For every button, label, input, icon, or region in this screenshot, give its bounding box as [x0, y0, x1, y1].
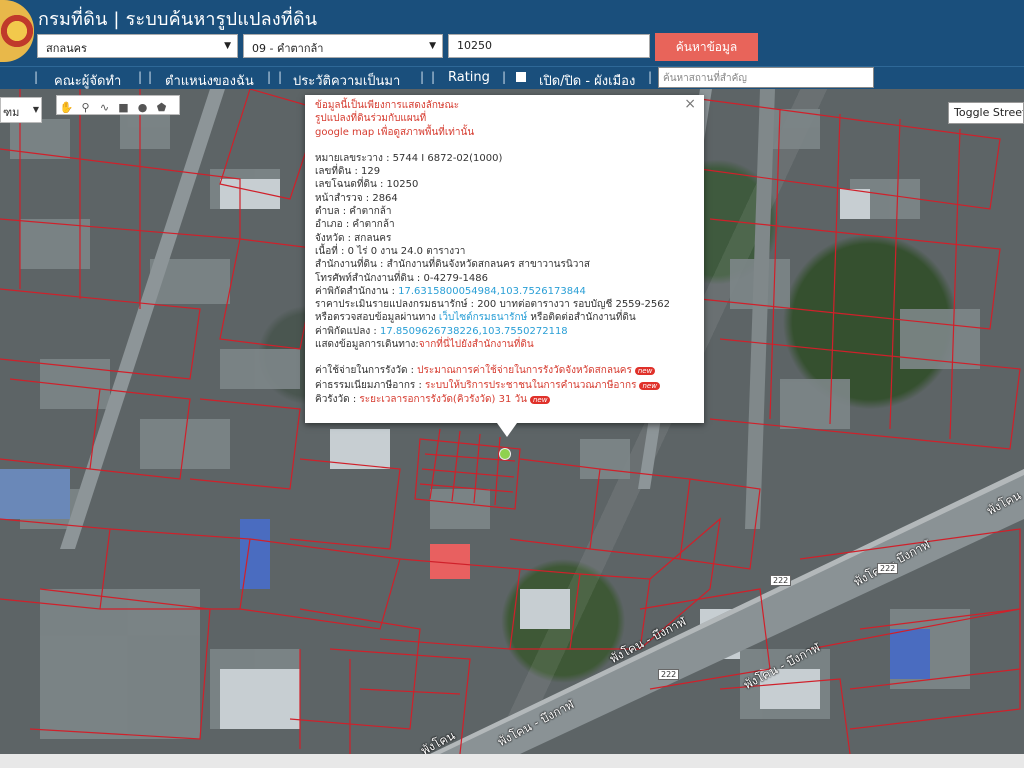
map-type-select[interactable]: ฑม ▼ — [0, 97, 42, 123]
chevron-down-icon: ▼ — [32, 105, 39, 114]
chevron-down-icon: ▼ — [429, 41, 436, 51]
subdistrict: ตำบล : คำตากล้า — [315, 206, 392, 218]
close-icon[interactable]: × — [684, 97, 696, 111]
parcel-marker-icon[interactable] — [499, 448, 511, 460]
divider: | — [267, 70, 272, 84]
province-select[interactable]: สกลนคร ▼ — [37, 34, 238, 58]
route-label: แสดงข้อมูลการเดินทาง: — [315, 339, 419, 351]
route-shield: 222 — [770, 575, 792, 586]
tax-fee-label: ค่าธรรมเนียมภาษีอากร : — [315, 379, 426, 391]
polyline-icon[interactable]: ∿ — [95, 99, 114, 117]
parcel-info-popup: × ข้อมูลนี้เป็นเพียงการแสดงลักษณะ รูปแปล… — [305, 95, 704, 437]
divider: | — [420, 70, 425, 84]
district-value: 09 - คำตากล้า — [252, 42, 324, 55]
area: เนื้อที่ : 0 ไร่ 0 งาน 24.0 ตารางวา — [315, 245, 466, 257]
appraisal-price: ราคาประเมินรายแปลงกรมธนารักษ์ : 200 บาทต… — [315, 299, 670, 311]
route-shield: 222 — [658, 669, 680, 680]
search-button[interactable]: ค้นหาข้อมูล — [655, 33, 758, 61]
drawing-toolbar: ✋ ⚲ ∿ ■ ● ⬟ — [56, 95, 180, 115]
place-search-input[interactable]: ค้นหาสถานที่สำคัญ — [658, 67, 874, 88]
survey-fee-row: ค่าใช้จ่ายในการรังวัด : ประมาณการค่าใช้จ… — [315, 364, 694, 378]
office-phone: โทรศัพท์สำนักงานที่ดิน : 0-4279-1486 — [315, 272, 488, 284]
treasury-check-suffix: หรือติดต่อสำนักงานที่ดิน — [527, 312, 636, 324]
divider: | — [648, 70, 653, 84]
city-plan-checkbox[interactable] — [516, 72, 526, 82]
survey-sheet: หมายเลขระวาง : 5744 I 6872-02(1000) — [315, 152, 503, 164]
divider: | — [34, 70, 39, 84]
divider: | — [278, 70, 283, 84]
route-shield: 222 — [877, 563, 899, 574]
disclaimer-line: ข้อมูลนี้เป็นเพียงการแสดงลักษณะ — [315, 100, 460, 111]
province-value: สกลนคร — [46, 42, 87, 55]
new-badge: new — [639, 381, 660, 390]
parcel-coordinate-label: ค่าพิกัดแปลง : — [315, 325, 380, 337]
parcel-number-input[interactable]: 10250 — [448, 34, 650, 58]
treasury-check-row: หรือตรวจสอบข้อมูลผ่านทาง เว็บไซต์กรมธนาร… — [315, 311, 694, 324]
disclaimer-line: รูปแปลงที่ดินร่วมกับแผนที่ — [315, 113, 427, 125]
survey-fee-label: ค่าใช้จ่ายในการรังวัด : — [315, 365, 418, 377]
survey-page: หน้าสำรวจ : 2864 — [315, 192, 398, 204]
parcel-coordinate-row: ค่าพิกัดแปลง : 17.8509626738226,103.7550… — [315, 325, 694, 338]
land-number: เลขที่ดิน : 129 — [315, 166, 381, 178]
disclaimer-line: google map เพื่อดูสภาพพื้นที่เท่านั้น — [315, 126, 475, 138]
toggle-street-view-button[interactable]: Toggle Street View — [948, 102, 1024, 124]
route-link[interactable]: จากที่นี่ไปยังสำนักงานที่ดิน — [419, 339, 534, 350]
nav-item-credits[interactable]: คณะผู้จัดทำ — [54, 70, 121, 91]
polygon-icon[interactable]: ⬟ — [152, 99, 171, 117]
survey-queue-row: คิวรังวัด : ระยะเวลารอการรังวัด(คิวรังวั… — [315, 393, 694, 407]
office-coordinate-row: ค่าพิกัดสำนักงาน : 17.6315800054984,103.… — [315, 285, 694, 298]
divider: | — [431, 70, 436, 84]
land-department-logo — [0, 0, 34, 62]
hand-icon[interactable]: ✋ — [57, 99, 76, 117]
new-badge: new — [634, 367, 656, 376]
province: จังหวัด : สกลนคร — [315, 232, 392, 244]
page-title: กรมที่ดิน | ระบบค้นหารูปแปลงที่ดิน — [38, 9, 318, 30]
map-type-value: ฑม — [3, 106, 20, 119]
nav-item-history[interactable]: ประวัติความเป็นมา — [293, 70, 400, 91]
nav-item-my-location[interactable]: ตำแหน่งของฉัน — [165, 70, 254, 91]
chevron-down-icon: ▼ — [224, 41, 231, 51]
route-row: แสดงข้อมูลการเดินทาง:จากที่นี่ไปยังสำนัก… — [315, 338, 694, 351]
survey-queue-link[interactable]: ระยะเวลารอการรังวัด(คิวรังวัด) 31 วัน — [359, 394, 527, 405]
treasury-check-prefix: หรือตรวจสอบข้อมูลผ่านทาง — [315, 312, 439, 324]
divider: | — [502, 70, 507, 84]
parcel-number-value: 10250 — [457, 39, 492, 52]
app-header: กรมที่ดิน | ระบบค้นหารูปแปลงที่ดิน สกลนค… — [0, 0, 1024, 66]
nav-item-rating[interactable]: Rating — [448, 70, 490, 85]
survey-fee-link[interactable]: ประมาณการค่าใช้จ่ายในการรังวัดจังหวัดสกล… — [417, 365, 632, 376]
bottom-bar — [0, 754, 1024, 768]
tax-fee-row: ค่าธรรมเนียมภาษีอากร : ระบบให้บริการประช… — [315, 379, 694, 393]
divider: | — [138, 70, 143, 84]
marker-icon[interactable]: ⚲ — [76, 99, 95, 117]
treasury-website-link[interactable]: เว็บไซต์กรมธนารักษ์ — [439, 312, 527, 323]
office-coordinate-link[interactable]: 17.6315800054984,103.7526173844 — [398, 286, 586, 297]
survey-queue-label: คิวรังวัด : — [315, 393, 360, 405]
district: อำเภอ : คำตากล้า — [315, 219, 395, 231]
office-coordinate-label: ค่าพิกัดสำนักงาน : — [315, 285, 399, 297]
rectangle-icon[interactable]: ■ — [114, 99, 133, 117]
tax-calculator-link[interactable]: ระบบให้บริการประชาชนในการคำนวณภาษีอากร — [425, 380, 636, 391]
land-office: สำนักงานที่ดิน : สำนักงานที่ดินจังหวัดสก… — [315, 259, 591, 271]
circle-icon[interactable]: ● — [133, 99, 152, 117]
nav-item-city-plan[interactable]: เปิด/ปิด - ผังเมือง — [539, 70, 635, 91]
deed-number: เลขโฉนดที่ดิน : 10250 — [315, 179, 419, 191]
district-select[interactable]: 09 - คำตากล้า ▼ — [243, 34, 443, 58]
new-badge: new — [529, 395, 551, 404]
divider: | — [148, 70, 153, 84]
parcel-coordinate-link[interactable]: 17.8509626738226,103.7550272118 — [380, 326, 568, 337]
